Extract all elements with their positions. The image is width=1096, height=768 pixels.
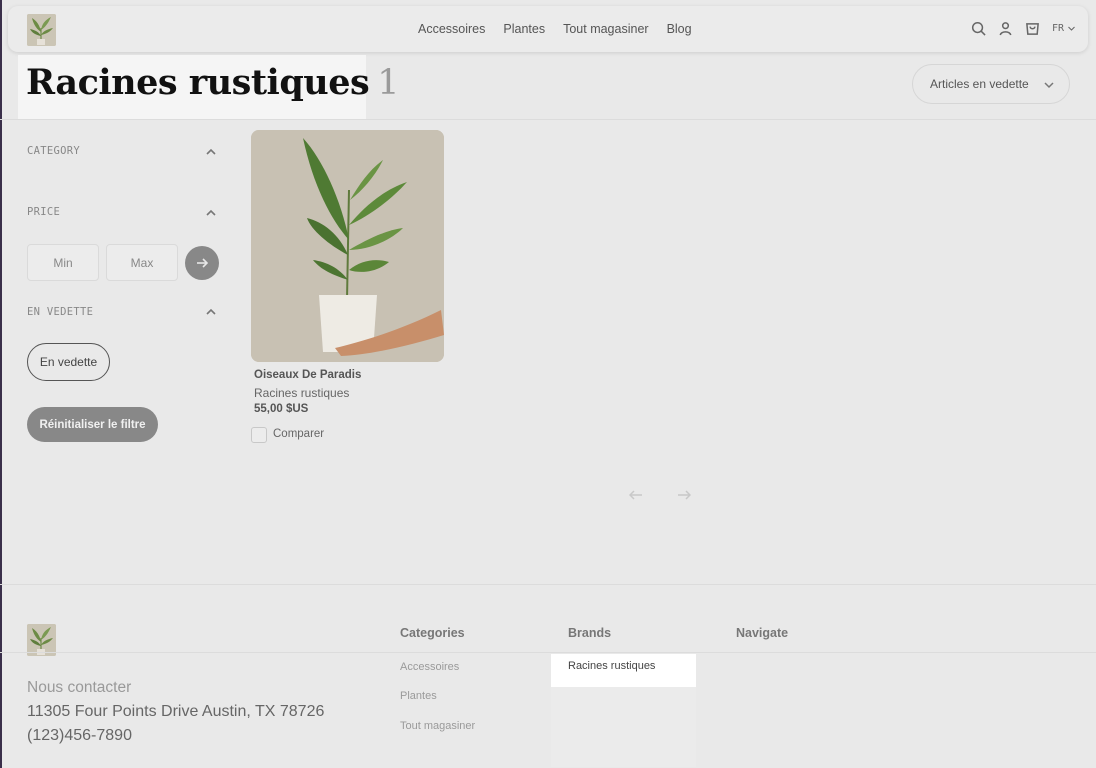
footer-link-plantes[interactable]: Plantes (400, 690, 437, 702)
brands-panel (551, 687, 696, 767)
chevron-up-icon[interactable] (205, 306, 217, 316)
product-brand: Racines rustiques (254, 386, 350, 400)
footer-navigate-heading: Navigate (736, 626, 789, 640)
contact-phone[interactable]: (123)456-7890 (27, 727, 132, 745)
language-label: FR (1051, 23, 1064, 34)
compare-label[interactable]: Comparer (273, 428, 324, 440)
page-title: Racines rustiques 1 (26, 62, 400, 103)
featured-filter-chip[interactable]: En vedette (27, 343, 110, 381)
footer-link-accessoires[interactable]: Accessoires (400, 661, 459, 673)
page: Accessoires Plantes Tout magasiner Blog … (0, 0, 1096, 768)
footer-categories-heading: Categories (400, 626, 465, 640)
arrow-right-icon (678, 490, 691, 500)
cart-icon[interactable] (1025, 21, 1040, 36)
product-price: 55,00 $US (254, 403, 309, 415)
filter-featured-heading[interactable]: EN VEDETTE (27, 306, 93, 318)
filter-price-heading[interactable]: PRICE (27, 206, 60, 218)
site-logo[interactable] (27, 14, 56, 46)
filter-category-heading[interactable]: CATEGORY (27, 145, 80, 157)
site-header: Accessoires Plantes Tout magasiner Blog … (8, 6, 1088, 52)
pagination-prev-button[interactable] (623, 482, 649, 508)
price-apply-button[interactable] (185, 246, 219, 280)
language-selector[interactable]: FR (1052, 23, 1076, 34)
chevron-up-icon[interactable] (205, 207, 217, 217)
sort-label: Articles en vedette (930, 77, 1029, 91)
contact-address: 11305 Four Points Drive Austin, TX 78726 (27, 703, 325, 720)
user-icon[interactable] (998, 21, 1013, 36)
result-count: 1 (377, 63, 400, 103)
product-image[interactable] (251, 130, 444, 362)
footer-divider (0, 584, 1096, 585)
price-max-input[interactable]: Max (106, 244, 178, 281)
sort-dropdown[interactable]: Articles en vedette (912, 64, 1070, 104)
contact-heading: Nous contacter (27, 679, 132, 696)
price-min-placeholder: Min (53, 255, 73, 270)
chevron-down-icon (1068, 26, 1075, 31)
compare-checkbox[interactable] (251, 427, 267, 443)
page-title-text: Racines rustiques (26, 62, 370, 103)
header-actions: FR (971, 21, 1076, 36)
featured-chip-label: En vedette (39, 355, 98, 369)
nav-accessoires[interactable]: Accessoires (418, 22, 485, 36)
footer-brands-heading: Brands (568, 626, 612, 640)
arrow-left-icon (629, 490, 642, 500)
nav-blog[interactable]: Blog (667, 22, 692, 36)
pagination-next-button[interactable] (671, 482, 697, 508)
reset-filter-label: Réinitialiser le filtre (39, 418, 146, 431)
price-min-input[interactable]: Min (27, 244, 99, 281)
footer-link-tout-magasiner[interactable]: Tout magasiner (400, 720, 475, 732)
arrow-right-icon (197, 258, 208, 268)
reset-filter-button[interactable]: Réinitialiser le filtre (27, 407, 158, 442)
product-name[interactable]: Oiseaux De Paradis (254, 369, 361, 381)
nav-tout-magasiner[interactable]: Tout magasiner (563, 22, 648, 36)
chevron-up-icon[interactable] (205, 146, 217, 156)
footer-line (0, 652, 1096, 653)
main-nav: Accessoires Plantes Tout magasiner Blog (418, 22, 710, 36)
nav-plantes[interactable]: Plantes (503, 22, 545, 36)
chevron-down-icon (1044, 82, 1054, 89)
footer-brand-link[interactable]: Racines rustiques (568, 660, 655, 672)
price-max-placeholder: Max (130, 255, 154, 270)
divider (0, 119, 1096, 120)
search-icon[interactable] (971, 21, 986, 36)
